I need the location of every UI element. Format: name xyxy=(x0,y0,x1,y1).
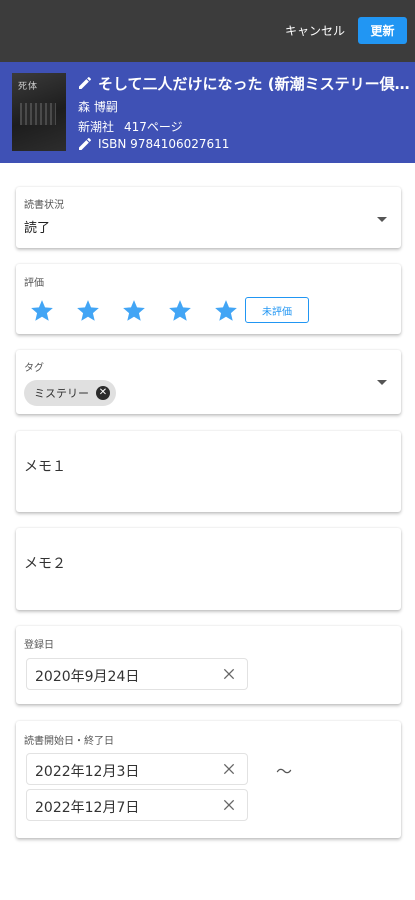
pencil-icon[interactable] xyxy=(77,136,93,152)
book-pages: 417ページ xyxy=(124,120,183,134)
star-icon[interactable] xyxy=(120,298,148,324)
registered-date-card: 登録日 2020年9月24日 xyxy=(16,626,401,704)
app-toolbar: キャンセル 更新 xyxy=(0,0,415,62)
reading-period-card: 読書開始日・終了日 2022年12月3日 ～ 2022年12月7日 xyxy=(16,721,401,838)
cover-text: 死体 xyxy=(18,82,39,92)
rating-label: 評価 xyxy=(24,278,44,289)
start-date-input[interactable]: 2022年12月3日 xyxy=(26,753,248,785)
tag-chip[interactable]: ミステリー ✕ xyxy=(24,380,116,406)
pencil-icon[interactable] xyxy=(77,75,93,91)
book-publisher: 新潮社 xyxy=(78,120,115,134)
close-icon[interactable] xyxy=(221,797,237,813)
close-icon[interactable] xyxy=(221,761,237,777)
reading-status-value: 読了 xyxy=(24,221,51,236)
book-publisher-info: 新潮社 417ページ xyxy=(78,118,183,135)
book-title: そして二人だけになった (新潮ミステリー倶楽部) xyxy=(98,74,411,93)
star-icon[interactable] xyxy=(212,298,240,324)
tags-select[interactable]: タグ ミステリー ✕ xyxy=(16,350,401,414)
close-icon[interactable] xyxy=(221,666,237,682)
book-header: 死体 そして二人だけになった (新潮ミステリー倶楽部) 森 博嗣 新潮社 417… xyxy=(0,62,415,163)
book-isbn-row[interactable]: ISBN 9784106027611 xyxy=(77,136,229,152)
registered-date-input[interactable]: 2020年9月24日 xyxy=(26,658,248,690)
memo1-label: メモ１ xyxy=(24,459,66,475)
date-range-separator: ～ xyxy=(276,762,293,781)
memo2-label: メモ２ xyxy=(24,556,66,572)
book-cover-image: 死体 xyxy=(12,73,66,151)
star-icon[interactable] xyxy=(166,298,194,324)
reading-period-label: 読書開始日・終了日 xyxy=(24,736,114,747)
star-icon[interactable] xyxy=(74,298,102,324)
cancel-button[interactable]: キャンセル xyxy=(285,22,345,39)
tag-chip-label: ミステリー xyxy=(34,387,89,400)
star-rating xyxy=(28,298,240,324)
end-date-value: 2022年12月7日 xyxy=(35,800,140,816)
rating-card: 評価 未評価 xyxy=(16,264,401,334)
tags-label: タグ xyxy=(24,363,44,374)
start-date-value: 2022年12月3日 xyxy=(35,764,140,780)
book-author: 森 博嗣 xyxy=(78,100,118,114)
cancel-circle-icon[interactable]: ✕ xyxy=(96,386,110,400)
memo1-field[interactable]: メモ１ xyxy=(16,431,401,512)
registered-date-value: 2020年9月24日 xyxy=(35,669,140,685)
registered-date-label: 登録日 xyxy=(24,640,54,651)
end-date-input[interactable]: 2022年12月7日 xyxy=(26,789,248,821)
memo2-field[interactable]: メモ２ xyxy=(16,528,401,610)
reading-status-select[interactable]: 読書状況 読了 xyxy=(16,187,401,248)
update-button[interactable]: 更新 xyxy=(358,17,407,44)
book-title-row[interactable]: そして二人だけになった (新潮ミステリー倶楽部) xyxy=(77,72,411,94)
caret-down-icon[interactable] xyxy=(377,380,387,385)
caret-down-icon[interactable] xyxy=(377,217,387,222)
unrated-button[interactable]: 未評価 xyxy=(245,297,309,323)
book-isbn: ISBN 9784106027611 xyxy=(98,137,230,151)
reading-status-label: 読書状況 xyxy=(24,200,64,211)
star-icon[interactable] xyxy=(28,298,56,324)
